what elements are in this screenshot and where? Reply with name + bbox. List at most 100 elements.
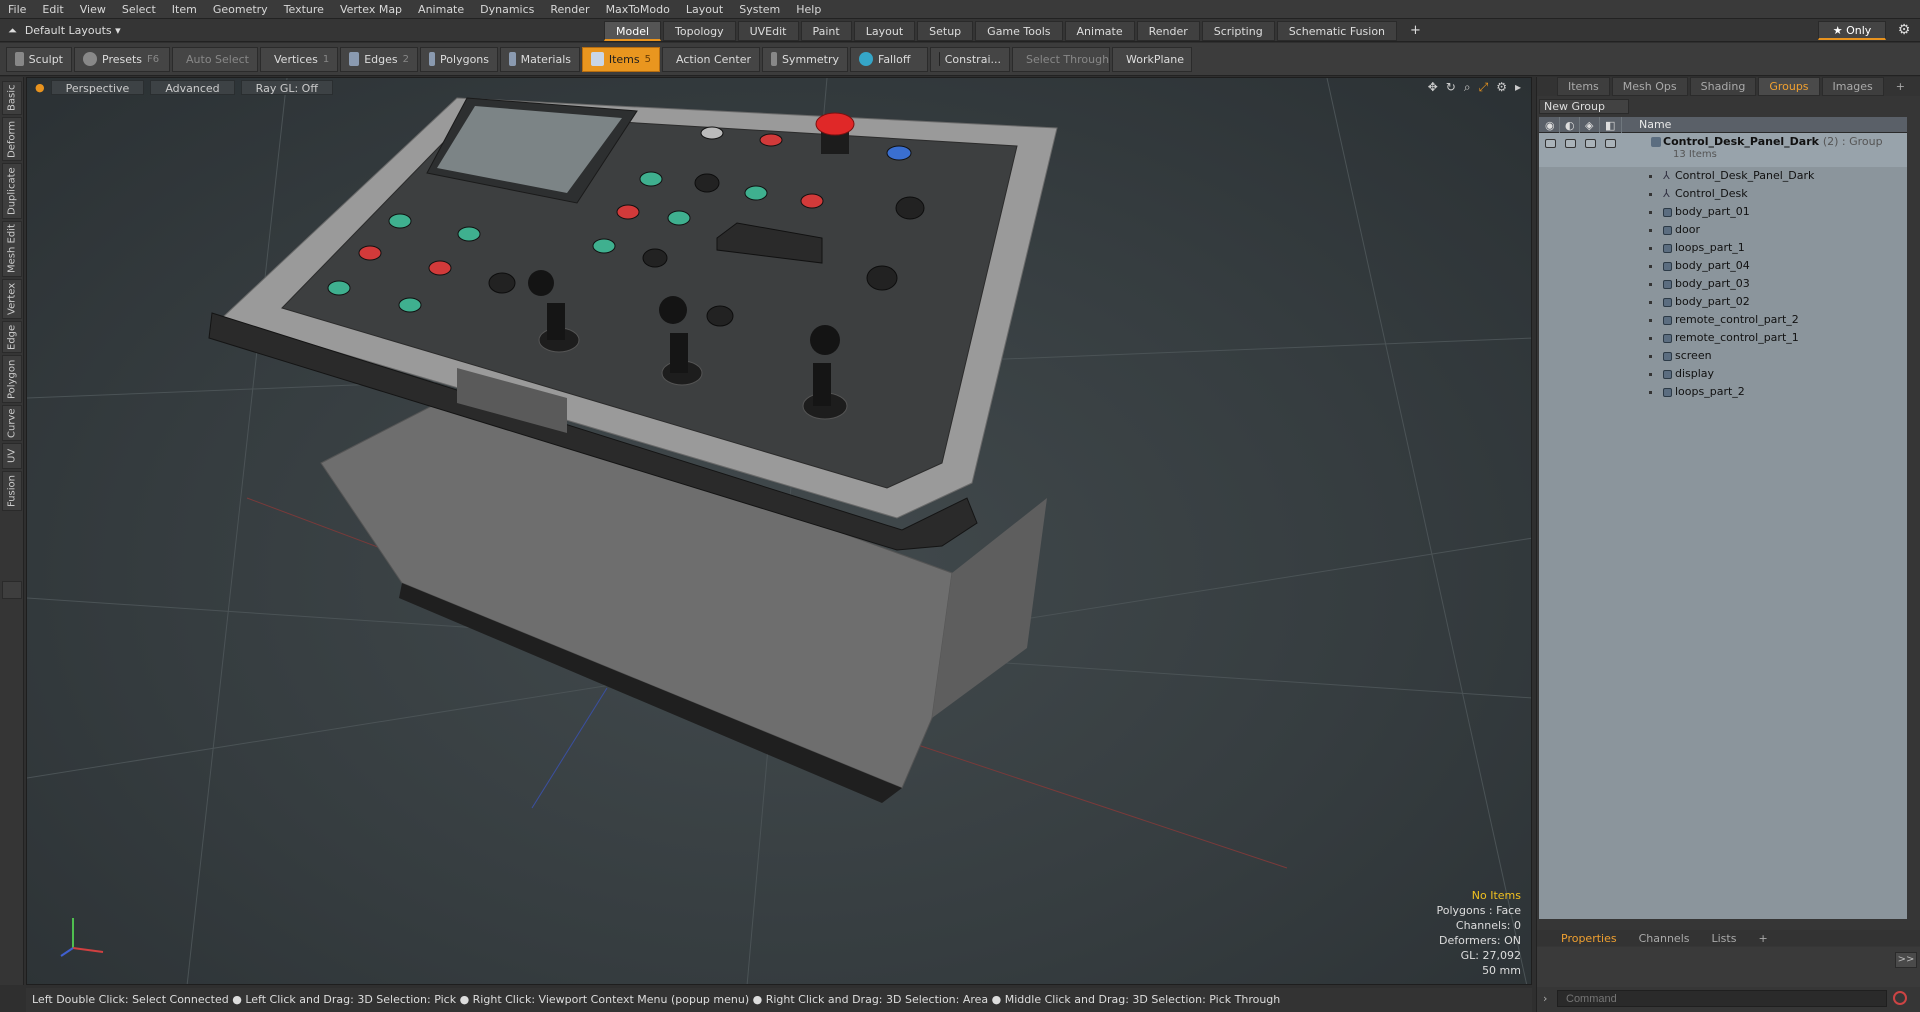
tab-groups[interactable]: Groups — [1758, 77, 1820, 96]
shading-mode-dropdown[interactable]: Advanced — [150, 79, 235, 95]
tab-fusion[interactable]: Fusion — [2, 471, 22, 511]
tab-properties[interactable]: Properties — [1551, 931, 1627, 946]
tab-mesh-edit[interactable]: Mesh Edit — [2, 221, 22, 277]
vertices-button[interactable]: Vertices 1 — [260, 46, 338, 72]
falloff-button[interactable]: Falloff — [850, 46, 928, 72]
menu-dynamics[interactable]: Dynamics — [472, 0, 542, 19]
menu-layout[interactable]: Layout — [678, 0, 731, 19]
lock-toggle[interactable] — [1585, 139, 1596, 148]
render-toggle[interactable] — [1565, 139, 1576, 148]
tab-curve[interactable]: Curve — [2, 405, 22, 441]
tab-setup[interactable]: Setup — [917, 21, 974, 41]
edges-button[interactable]: Edges 2 — [340, 46, 418, 72]
tab-uv[interactable]: UV — [2, 443, 22, 469]
tab-mesh-ops[interactable]: Mesh Ops — [1611, 77, 1688, 96]
menu-render[interactable]: Render — [542, 0, 597, 19]
tab-duplicate[interactable]: Duplicate — [2, 163, 22, 219]
list-item[interactable]: display — [1539, 365, 1907, 383]
tab-scripting[interactable]: Scripting — [1201, 21, 1275, 41]
list-item[interactable]: remote_control_part_1 — [1539, 329, 1907, 347]
menu-edit[interactable]: Edit — [34, 0, 71, 19]
stop-icon[interactable] — [1893, 991, 1907, 1005]
list-item[interactable]: loops_part_1 — [1539, 239, 1907, 257]
tab-layout[interactable]: Layout — [853, 21, 916, 41]
list-item[interactable]: body_part_03 — [1539, 275, 1907, 293]
lock-icon[interactable]: ◈ — [1585, 119, 1593, 132]
materials-button[interactable]: Materials — [500, 46, 580, 72]
command-input[interactable] — [1557, 990, 1887, 1007]
tab-shading[interactable]: Shading — [1689, 77, 1757, 96]
list-item[interactable]: remote_control_part_2 — [1539, 311, 1907, 329]
eye-icon[interactable]: ◉ — [1545, 119, 1555, 132]
name-column-header[interactable]: Name — [1639, 117, 1671, 133]
viewport-expand-icon[interactable]: ▸ — [1515, 80, 1521, 95]
list-item[interactable]: ⅄ Control_Desk — [1539, 185, 1907, 203]
viewport-menu-icon[interactable]: ● — [35, 81, 45, 94]
items-button[interactable]: Items 5 — [582, 46, 660, 72]
list-item[interactable]: ⅄ Control_Desk_Panel_Dark — [1539, 167, 1907, 185]
tab-images[interactable]: Images — [1821, 77, 1884, 96]
tab-items[interactable]: Items — [1557, 77, 1610, 96]
menu-maxtomodo[interactable]: MaxToModo — [598, 0, 678, 19]
pan-icon[interactable]: ✥ — [1428, 80, 1438, 95]
presets-button[interactable]: Presets F6 — [74, 46, 170, 72]
view-perspective-dropdown[interactable]: Perspective — [50, 79, 145, 95]
action-center-button[interactable]: Action Center — [662, 46, 760, 72]
polygons-button[interactable]: Polygons — [420, 46, 498, 72]
tab-topology[interactable]: Topology — [663, 21, 736, 41]
list-item[interactable]: body_part_01 — [1539, 203, 1907, 221]
menu-system[interactable]: System — [731, 0, 788, 19]
visibility-toggle[interactable] — [1545, 139, 1556, 148]
expand-button[interactable]: >> — [1895, 952, 1917, 968]
group-row[interactable]: Control_Desk_Panel_Dark (2) : Group 13 I… — [1539, 133, 1907, 167]
menu-help[interactable]: Help — [788, 0, 829, 19]
list-item[interactable]: screen — [1539, 347, 1907, 365]
zoom-icon[interactable]: ⌕ — [1464, 80, 1471, 95]
tab-deform[interactable]: Deform — [2, 117, 22, 161]
tab-polygon[interactable]: Polygon — [2, 355, 22, 403]
add-tab-button[interactable]: + — [1399, 21, 1432, 41]
tab-game-tools[interactable]: Game Tools — [975, 21, 1063, 41]
workplane-button[interactable]: WorkPlane — [1112, 46, 1192, 72]
tab-paint[interactable]: Paint — [800, 21, 852, 41]
list-item[interactable]: loops_part_2 — [1539, 383, 1907, 401]
tab-uvedit[interactable]: UVEdit — [737, 21, 799, 41]
menu-animate[interactable]: Animate — [410, 0, 472, 19]
tab-schematic-fusion[interactable]: Schematic Fusion — [1276, 21, 1398, 41]
fit-icon[interactable]: ⤢ — [1479, 80, 1489, 95]
tab-render[interactable]: Render — [1136, 21, 1200, 41]
viewport-settings-icon[interactable]: ⚙ — [1496, 80, 1507, 95]
tab-channels[interactable]: Channels — [1629, 931, 1700, 946]
tab-animate[interactable]: Animate — [1064, 21, 1135, 41]
menu-vertex-map[interactable]: Vertex Map — [332, 0, 410, 19]
menu-select[interactable]: Select — [114, 0, 164, 19]
3d-viewport[interactable]: ● Perspective Advanced Ray GL: Off ✥ ↻ ⌕… — [26, 77, 1532, 985]
tab-model[interactable]: Model — [604, 21, 662, 41]
raygl-toggle[interactable]: Ray GL: Off — [240, 79, 333, 95]
constrain-button[interactable]: Constrai... — [930, 46, 1010, 72]
tab-vertex[interactable]: Vertex — [2, 279, 22, 319]
add-bottom-tab-button[interactable]: + — [1748, 931, 1777, 946]
list-item[interactable]: body_part_04 — [1539, 257, 1907, 275]
menu-file[interactable]: File — [0, 0, 34, 19]
menu-view[interactable]: View — [72, 0, 114, 19]
list-item[interactable]: door — [1539, 221, 1907, 239]
new-group-button[interactable]: New Group — [1539, 99, 1629, 114]
auto-select-button[interactable]: Auto Select — [172, 46, 258, 72]
rotate-icon[interactable]: ↻ — [1446, 80, 1456, 95]
menu-item[interactable]: Item — [164, 0, 205, 19]
panel-collapse-button[interactable] — [2, 581, 22, 599]
gear-icon[interactable]: ⚙ — [1894, 21, 1914, 40]
layout-dropdown[interactable]: ⏶ Default Layouts ▾ — [0, 19, 121, 42]
select-toggle[interactable] — [1605, 139, 1616, 148]
sculpt-button[interactable]: Sculpt — [6, 46, 72, 72]
list-item[interactable]: body_part_02 — [1539, 293, 1907, 311]
tab-basic[interactable]: Basic — [2, 81, 22, 115]
only-button[interactable]: ★ Only — [1818, 21, 1886, 40]
symmetry-button[interactable]: Symmetry — [762, 46, 848, 72]
select-through-button[interactable]: Select Through — [1012, 46, 1110, 72]
render-icon[interactable]: ◐ — [1565, 119, 1575, 132]
menu-geometry[interactable]: Geometry — [205, 0, 276, 19]
tab-edge[interactable]: Edge — [2, 321, 22, 353]
add-panel-tab-button[interactable]: + — [1886, 78, 1915, 95]
